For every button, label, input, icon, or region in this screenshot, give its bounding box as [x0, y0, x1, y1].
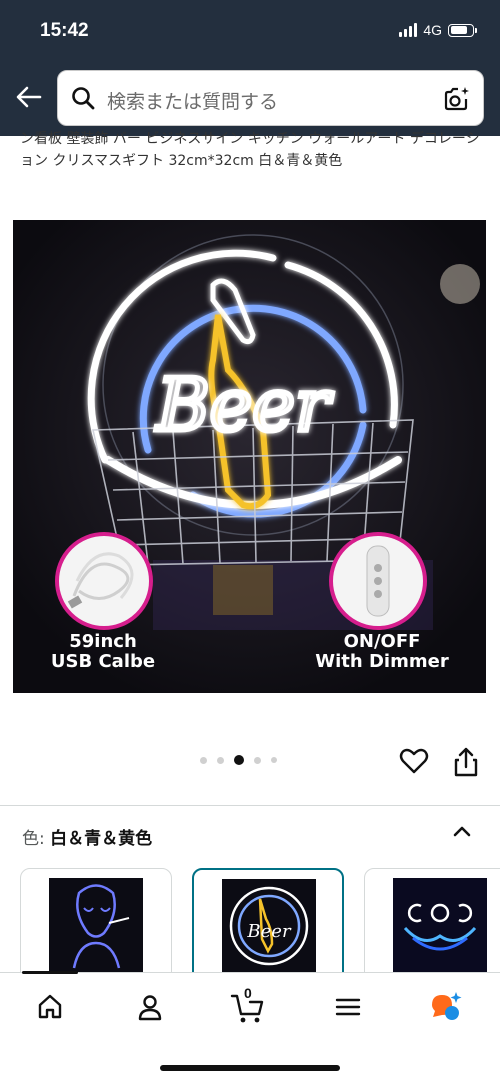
nav-assistant[interactable]: [428, 989, 464, 1025]
search-header: 検索または質問する: [0, 62, 500, 136]
dimmer-switch-icon: [366, 545, 390, 617]
moon-hands-neon-image: [393, 878, 487, 972]
signal-icon: [399, 23, 418, 37]
dimmer-caption: ON/OFF With Dimmer: [297, 632, 467, 672]
battery-icon: [448, 23, 477, 37]
person-icon: [138, 995, 162, 1021]
product-title-text: ン看板 壁装飾 バー ビジネスサイン キッチン ウォールアート デコレーション …: [20, 131, 480, 169]
variant-thumbnails: Beer: [20, 868, 500, 972]
home-indicator: [160, 1065, 340, 1071]
product-title: ン看板 壁装飾 バー ビジネスサイン キッチン ウォールアート デコレーション …: [20, 128, 480, 200]
search-icon: [72, 87, 95, 110]
product-image[interactable]: Beer 59inch USB Calbe ON/OFF With Dimmer: [13, 220, 486, 693]
ai-assistant-icon: [432, 992, 462, 1020]
nav-menu[interactable]: [330, 989, 366, 1025]
status-bar: 15:42 4G: [0, 0, 500, 62]
variant-thumb-alien[interactable]: [20, 868, 172, 972]
neon-beer-text: Beer: [155, 363, 333, 447]
status-time: 15:42: [40, 20, 89, 41]
variant-value: 白＆青＆黄色: [50, 829, 153, 849]
wishlist-button[interactable]: [398, 745, 430, 777]
usb-caption-line2: USB Calbe: [50, 651, 156, 672]
menu-icon: [335, 998, 361, 1016]
carousel-dot[interactable]: [254, 756, 261, 764]
network-type: 4G: [423, 22, 442, 38]
dimmer-caption-line1: ON/OFF: [343, 631, 421, 652]
collapse-variants-button[interactable]: [448, 818, 476, 846]
arrow-left-icon: [16, 86, 42, 108]
bottom-navigation: 0: [0, 971, 500, 1080]
dimmer-caption-line2: With Dimmer: [315, 651, 449, 672]
usb-cable-badge: [55, 532, 153, 630]
carousel-dot[interactable]: [217, 756, 224, 764]
nav-home[interactable]: [32, 989, 68, 1025]
home-icon: [38, 994, 62, 1019]
share-icon: [454, 747, 478, 777]
carousel-dot[interactable]: [200, 756, 207, 764]
nav-cart[interactable]: 0: [230, 985, 266, 1025]
usb-cable-icon: [67, 552, 134, 609]
search-placeholder: 検索または質問する: [107, 91, 279, 113]
variant-label: 色:: [22, 829, 45, 849]
share-button[interactable]: [450, 745, 482, 779]
carousel-dot-active[interactable]: [234, 755, 244, 765]
heart-icon: [399, 748, 429, 774]
camera-search-icon[interactable]: [441, 84, 471, 114]
variant-thumb-beer[interactable]: Beer: [192, 868, 344, 972]
carousel-dots[interactable]: [200, 755, 277, 765]
nav-account[interactable]: [132, 989, 168, 1025]
dimmer-badge: [329, 532, 427, 630]
usb-caption-line1: 59inch: [69, 631, 137, 652]
alien-neon-image: [49, 878, 143, 972]
variant-thumb-moon-hands[interactable]: [364, 868, 500, 972]
section-divider: [0, 805, 500, 806]
chevron-up-icon: [453, 826, 471, 837]
back-button[interactable]: [14, 82, 44, 112]
carousel-dot[interactable]: [271, 757, 277, 763]
variant-selector-header: 色: 白＆青＆黄色: [22, 824, 152, 849]
usb-cable-caption: 59inch USB Calbe: [33, 632, 173, 672]
active-tab-indicator: [22, 971, 78, 974]
thumb-beer-text: Beer: [246, 921, 292, 942]
status-indicators: 4G: [399, 22, 477, 38]
beer-neon-image: Beer: [222, 879, 316, 972]
search-input[interactable]: 検索または質問する: [57, 70, 484, 126]
cart-count: 0: [244, 985, 252, 1001]
